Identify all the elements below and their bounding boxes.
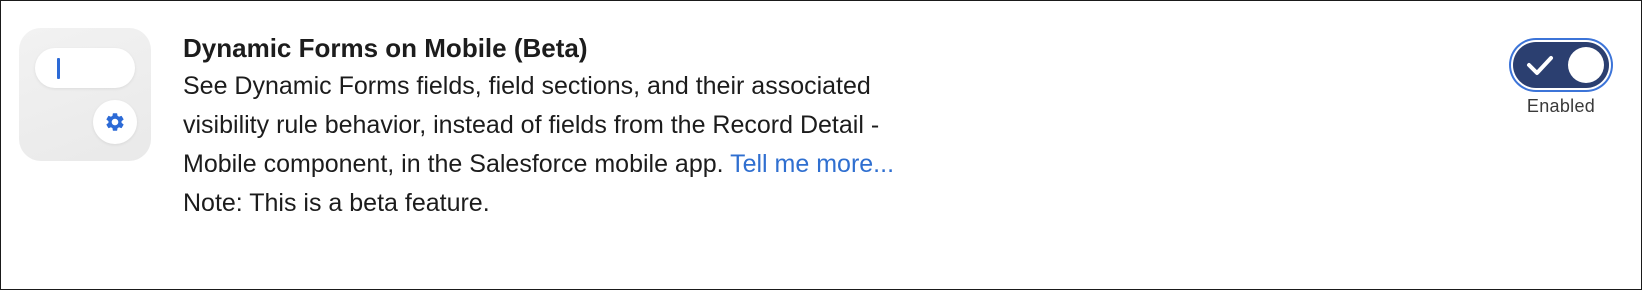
gear-icon xyxy=(106,113,124,131)
feature-title: Dynamic Forms on Mobile (Beta) xyxy=(183,33,588,63)
feature-setting-card: Dynamic Forms on Mobile (Beta) See Dynam… xyxy=(0,0,1642,290)
toggle-status-label: Enabled xyxy=(1526,96,1596,116)
illustration-input-field xyxy=(35,48,135,88)
feature-content: Dynamic Forms on Mobile (Beta) See Dynam… xyxy=(183,31,943,223)
checkmark-icon xyxy=(1527,56,1553,75)
enable-toggle[interactable] xyxy=(1513,42,1609,88)
illustration-gear-badge xyxy=(93,100,137,144)
tell-me-more-link[interactable]: Tell me more... xyxy=(730,150,894,178)
beta-note: Note: This is a beta feature. xyxy=(183,189,490,217)
toggle-knob xyxy=(1568,47,1604,83)
text-cursor-icon xyxy=(57,58,60,79)
dynamic-forms-illustration-icon xyxy=(19,28,151,161)
feature-toggle-group: Enabled xyxy=(1511,42,1611,117)
feature-description-block: See Dynamic Forms fields, field sections… xyxy=(183,67,913,184)
